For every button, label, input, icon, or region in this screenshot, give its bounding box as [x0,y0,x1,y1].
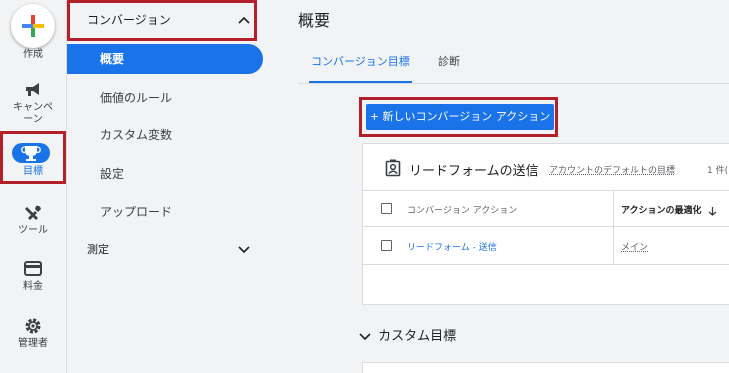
row-optimization-value[interactable]: メイン [621,240,648,253]
row-action-link[interactable]: リードフォーム - 送信 [407,240,497,253]
rail-label-tools: ツール [18,225,48,236]
custom-goals-card [362,362,729,373]
plus-icon [22,15,44,37]
col-action-optimization-label: アクションの最適化 [621,206,702,216]
credit-card-icon [24,261,42,276]
rail-item-campaigns[interactable]: キャンペーン [0,80,66,126]
new-button-highlight-box [359,97,558,137]
custom-goals-section[interactable]: カスタム目標 [359,325,456,344]
column-divider [613,191,614,227]
rail-label-billing: 料金 [23,281,43,292]
table-bottom-border [363,264,729,265]
chevron-down-icon [359,332,371,340]
sub-navigation: コンバージョン 概要 価値のルール カスタム変数 設定 アップロード 測定 [67,0,263,373]
tools-icon [25,205,41,220]
create-button[interactable] [11,4,55,48]
subnav-item-settings[interactable]: 設定 [67,159,263,189]
conversion-highlight-box [67,0,257,41]
left-rail: 作成 キャンペーン 目標 ツール 料金 管理者 [0,0,67,373]
arrow-down-icon [708,206,717,216]
card-count: 1 件( [707,166,729,176]
contact-form-icon [385,159,401,177]
col-action-optimization[interactable]: アクションの最適化 [621,203,717,216]
app-root: 作成 キャンペーン 目標 ツール 料金 管理者 コンバージョン 概要 価値のルー… [0,0,729,373]
rail-item-tools[interactable]: ツール [0,203,66,237]
column-divider [613,227,614,265]
main-content: 概要 コンバージョン目標 診断 + 新しいコンバージョン アクション リードフォ… [263,0,729,373]
lead-form-goal-card: リードフォームの送信 アカウントのデフォルトの目標 1 件( コンバージョン ア… [362,143,729,305]
subnav-item-value-rules[interactable]: 価値のルール [67,83,263,113]
table-row: リードフォーム - 送信 メイン [363,226,729,265]
subnav-item-uploads[interactable]: アップロード [67,197,263,227]
custom-goals-label: カスタム目標 [378,329,457,344]
rail-item-admin[interactable]: 管理者 [0,316,66,350]
tab-conversion-goals[interactable]: コンバージョン目標 [309,48,412,84]
gear-icon [25,318,41,334]
subnav-item-custom-variables[interactable]: カスタム変数 [67,120,263,150]
subnav-item-overview[interactable]: 概要 [67,44,263,74]
create-label: 作成 [23,49,43,60]
subnav-measure-label: 測定 [87,243,109,256]
tab-divider [298,83,729,84]
rail-label-admin: 管理者 [18,338,48,349]
card-title: リードフォームの送信 [409,164,539,179]
tab-diagnostics[interactable]: 診断 [438,48,460,76]
select-all-checkbox[interactable] [381,203,392,214]
chevron-down-icon [238,246,250,254]
table-header-row: コンバージョン アクション アクションの最適化 [363,190,729,227]
goal-highlight-box [0,131,66,184]
page-title: 概要 [298,11,331,30]
subnav-measure-header[interactable]: 測定 [67,235,257,265]
rail-item-billing[interactable]: 料金 [0,259,66,293]
row-checkbox[interactable] [381,240,392,251]
card-header: リードフォームの送信 アカウントのデフォルトの目標 1 件( [363,144,729,190]
col-conversion-action: コンバージョン アクション [407,206,518,216]
card-default-goal-note[interactable]: アカウントのデフォルトの目標 [549,163,675,176]
megaphone-icon [26,83,39,96]
rail-label-campaigns: キャンペーン [13,102,53,125]
